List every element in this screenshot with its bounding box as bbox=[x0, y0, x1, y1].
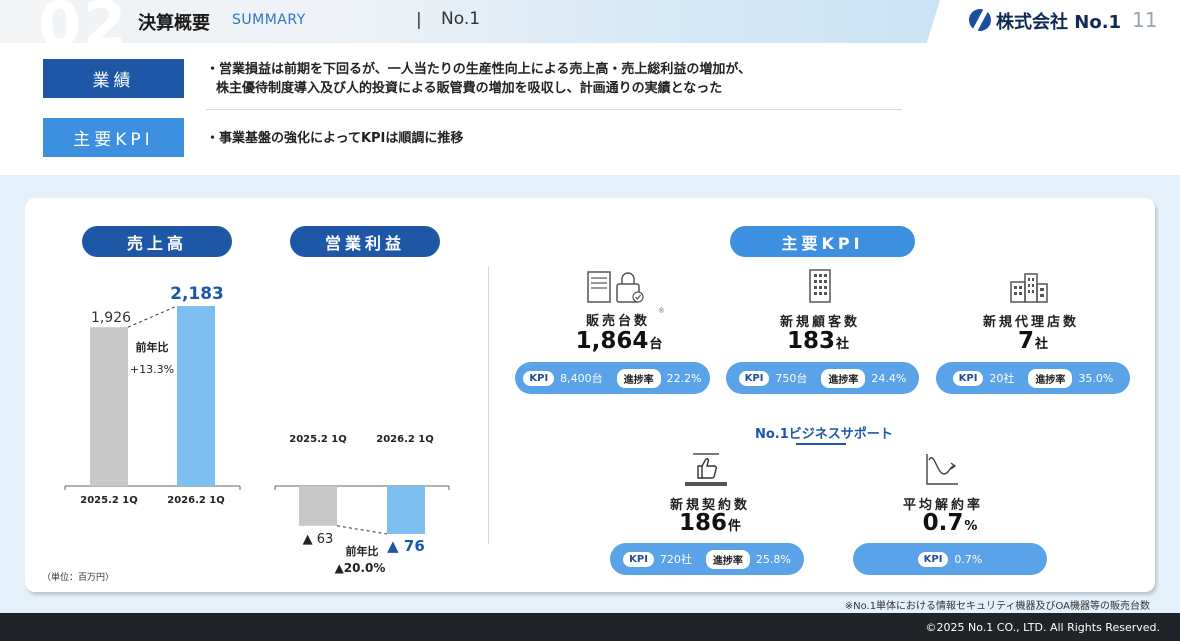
unit-note: （単位：百万円） bbox=[42, 573, 115, 583]
security-device-icon bbox=[587, 271, 644, 303]
progress-badge: 進捗率 bbox=[1028, 368, 1073, 388]
progress-badge: 進捗率 bbox=[616, 368, 661, 388]
kpi-sales-units-note-mark: ※ bbox=[658, 306, 665, 315]
kpi-new-contracts-target: 720社 bbox=[659, 553, 692, 566]
kpi-new-agencies-progress: 35.0% bbox=[1078, 371, 1114, 385]
copyright: ©2025 No.1 CO., LTD. All Rights Reserved… bbox=[925, 621, 1160, 634]
thumbs-up-icon bbox=[685, 453, 727, 486]
oi-bar-curr bbox=[387, 486, 425, 534]
line-chart-icon bbox=[926, 454, 958, 485]
business-support-title: No.1ビジネスサポート bbox=[755, 427, 893, 442]
oi-prev-label: 2025.2 1Q bbox=[289, 434, 347, 445]
kpi-avg-cancel-rate-target: 0.7% bbox=[954, 552, 983, 566]
kpi-new-customers-progress: 24.4% bbox=[871, 371, 907, 385]
kpi-badge: KPI bbox=[952, 370, 984, 386]
kpi-new-agencies-bar: KPI 20社 進捗率 35.0% bbox=[936, 362, 1130, 394]
progress-badge: 進捗率 bbox=[821, 368, 866, 388]
kpi-new-customers-value: 183社 bbox=[758, 328, 878, 354]
buildings-icon bbox=[1010, 273, 1048, 303]
kpi-new-customers-bar: KPI 750台 進捗率 24.4% bbox=[726, 362, 919, 394]
kpi-sales-units-unit: 台 bbox=[649, 337, 663, 352]
kpi-new-contracts-bar: KPI 720社 進捗率 25.8% bbox=[610, 543, 804, 575]
kpi-new-contracts-unit: 件 bbox=[728, 519, 742, 534]
kpi-new-customers-target: 750台 bbox=[775, 372, 808, 385]
kpi-avg-cancel-rate-unit: % bbox=[964, 519, 978, 534]
kpi-badge: KPI bbox=[738, 370, 770, 386]
kpi-avg-cancel-rate-bar: KPI 0.7% bbox=[853, 543, 1047, 575]
kpi-new-agencies-value: 7社 bbox=[988, 328, 1078, 354]
oi-curr-label: 2026.2 1Q bbox=[376, 434, 434, 445]
oi-yoy-value: ▲20.0% bbox=[335, 561, 386, 575]
oi-yoy-label: 前年比 bbox=[346, 544, 379, 558]
page-footer: ©2025 No.1 CO., LTD. All Rights Reserved… bbox=[0, 613, 1180, 641]
oi-trend-line bbox=[336, 525, 388, 535]
oi-bar-prev bbox=[299, 486, 337, 526]
oi-curr-value: ▲ 76 bbox=[387, 537, 425, 555]
oi-prev-value: ▲ 63 bbox=[303, 532, 334, 547]
kpi-sales-units-label: 販売台数 bbox=[585, 314, 650, 329]
kpi-sales-units-number: 1,864 bbox=[575, 328, 649, 354]
kpi-new-customers-number: 183 bbox=[786, 328, 835, 354]
kpi-new-contracts-progress: 25.8% bbox=[755, 552, 791, 566]
kpi-sales-units-value: 1,864台 bbox=[558, 328, 680, 354]
business-support-underline bbox=[796, 443, 846, 445]
kpi-avg-cancel-rate-number: 0.7 bbox=[922, 510, 964, 536]
progress-badge: 進捗率 bbox=[705, 549, 750, 569]
section-divider bbox=[488, 266, 489, 544]
kpi-new-agencies-unit: 社 bbox=[1035, 337, 1049, 352]
kpi-avg-cancel-rate-value: 0.7% bbox=[890, 510, 1010, 536]
kpi-badge: KPI bbox=[523, 370, 555, 386]
kpi-new-contracts-value: 186件 bbox=[650, 510, 770, 536]
kpi-sales-units-bar: KPI 8,400台 進捗率 22.2% bbox=[515, 362, 710, 394]
kpi-sales-units-target: 8,400台 bbox=[560, 372, 603, 385]
kpi-new-agencies-target: 20社 bbox=[989, 372, 1015, 385]
kpi-new-agencies-number: 7 bbox=[1017, 328, 1034, 354]
office-building-icon bbox=[809, 269, 831, 303]
footnote: ※No.1単体における情報セキュリティ機器及びOA機器等の販売台数 bbox=[844, 601, 1150, 612]
kpi-sales-units-progress: 22.2% bbox=[666, 371, 702, 385]
kpi-badge: KPI bbox=[623, 551, 654, 567]
kpi-badge: KPI bbox=[917, 551, 949, 567]
kpi-new-customers-unit: 社 bbox=[836, 337, 850, 352]
kpi-new-contracts-number: 186 bbox=[678, 510, 727, 536]
